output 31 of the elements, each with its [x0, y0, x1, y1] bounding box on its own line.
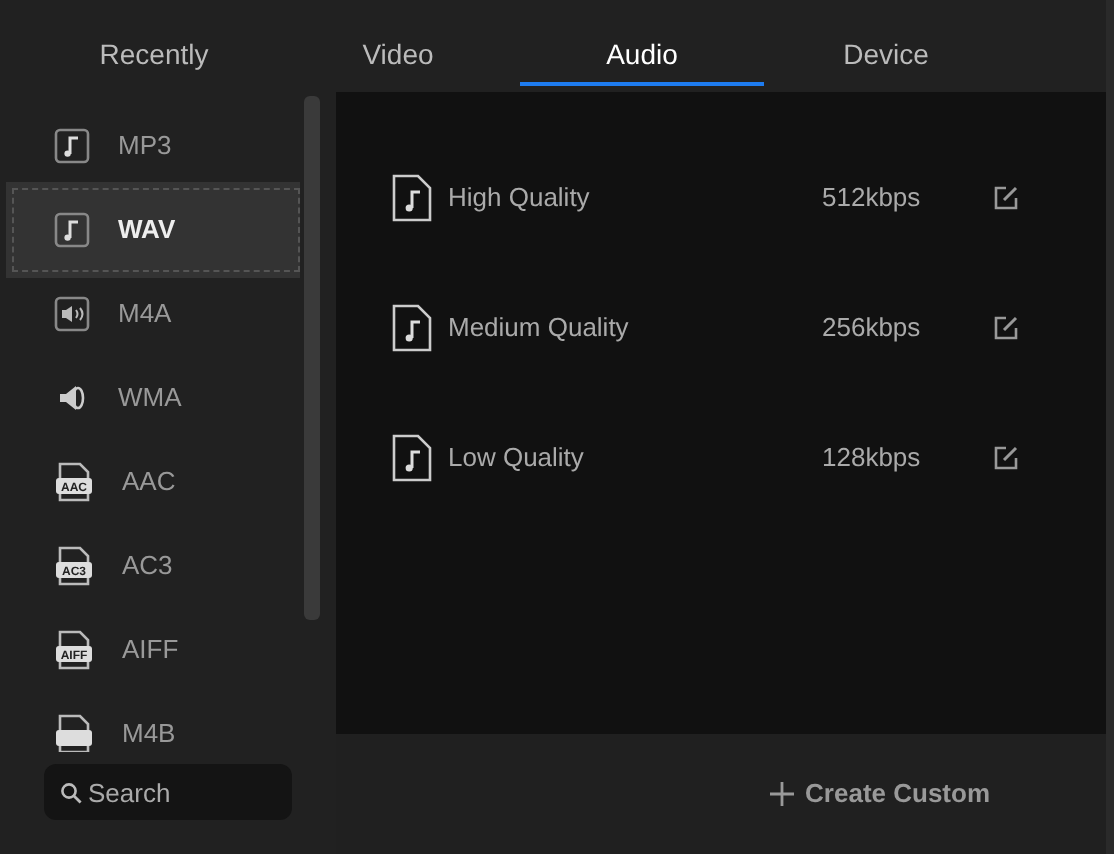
speaker-icon	[54, 380, 90, 416]
preset-name: Medium Quality	[448, 309, 631, 346]
speaker-icon	[54, 296, 90, 332]
scrollbar-thumb[interactable]	[304, 96, 320, 620]
format-item[interactable]: MP3	[12, 104, 300, 188]
tab[interactable]: Audio	[520, 0, 764, 86]
audio-file-icon	[392, 433, 432, 481]
preset-name: Low Quality	[448, 439, 586, 476]
audio-file-icon	[392, 173, 432, 221]
tab[interactable]: Recently	[32, 0, 276, 86]
tab[interactable]: Device	[764, 0, 1008, 86]
format-item[interactable]: WMA	[12, 356, 300, 440]
edit-icon[interactable]	[994, 445, 1018, 469]
format-item[interactable]: WAV	[12, 188, 300, 272]
create-custom-button[interactable]: Create Custom	[757, 772, 1002, 816]
preset-name: High Quality	[448, 179, 592, 216]
edit-icon[interactable]	[994, 315, 1018, 339]
bitrate: 512kbps	[822, 179, 923, 216]
tab[interactable]: Video	[276, 0, 520, 86]
bitrate: 128kbps	[822, 439, 923, 476]
plus-icon	[769, 782, 794, 806]
audio-file-icon	[392, 303, 432, 351]
bitrate: 256kbps	[822, 309, 923, 346]
search-field[interactable]: Search	[44, 764, 292, 820]
edit-icon[interactable]	[994, 185, 1018, 209]
search-icon	[60, 782, 82, 804]
music-note-icon	[54, 128, 90, 164]
format-item[interactable]: M4B	[12, 692, 300, 752]
format-item[interactable]: M4A	[12, 272, 300, 356]
file-icon	[54, 714, 94, 752]
music-note-icon	[54, 212, 90, 248]
